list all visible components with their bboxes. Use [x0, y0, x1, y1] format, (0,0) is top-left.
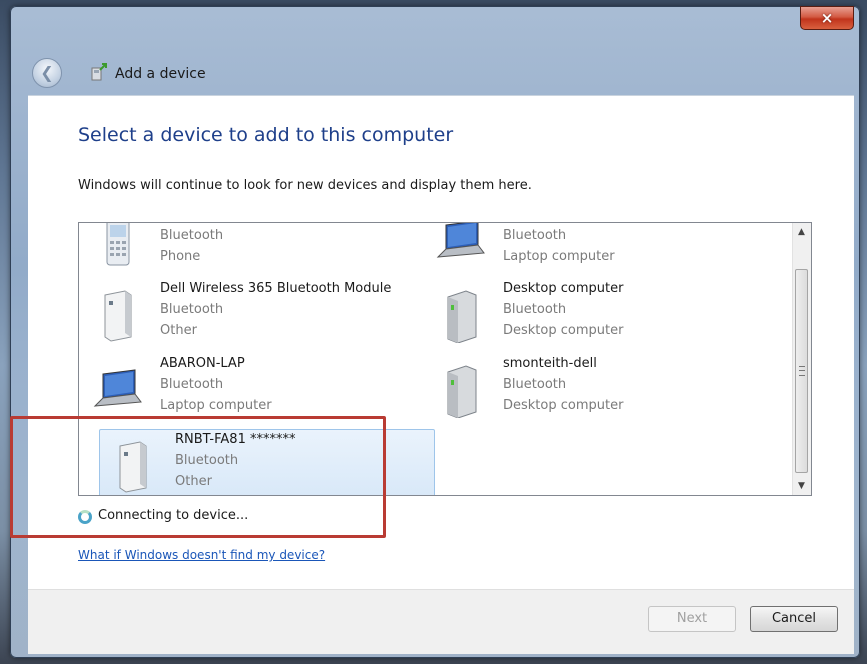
window-title: Add a device — [115, 66, 206, 82]
device-connection: Bluetooth — [503, 228, 567, 243]
page-subtitle: Windows will continue to look for new de… — [78, 178, 532, 193]
title-bar: × ❮ Add a device — [10, 6, 860, 90]
laptop-icon — [436, 223, 485, 258]
device-name: ABARON-LAP — [160, 356, 245, 371]
device-type: Desktop computer — [503, 323, 624, 338]
desktop-tower-icon — [447, 290, 477, 343]
scroll-down-icon[interactable]: ▼ — [793, 477, 810, 495]
laptop-icon — [93, 369, 142, 407]
device-item-dell-wireless[interactable]: Dell Wireless 365 Bluetooth Module Bluet… — [85, 279, 421, 349]
device-connection: Bluetooth — [160, 377, 224, 392]
device-connection: Bluetooth — [503, 302, 567, 317]
scroll-up-icon[interactable]: ▲ — [793, 223, 810, 241]
page-title: Select a device to add to this computer — [78, 124, 454, 146]
device-type: Desktop computer — [503, 398, 624, 413]
device-connection: Bluetooth — [503, 377, 567, 392]
help-link[interactable]: What if Windows doesn't find my device? — [78, 548, 325, 562]
device-item-phone[interactable]: Bluetooth Phone — [85, 223, 421, 275]
device-item-desktop-computer[interactable]: Desktop computer Bluetooth Desktop compu… — [428, 279, 764, 349]
grip-icon — [799, 366, 805, 376]
device-connection: Bluetooth — [160, 302, 224, 317]
add-device-icon — [91, 63, 107, 81]
back-arrow-icon[interactable]: ❮ — [32, 58, 62, 88]
device-name: Dell Wireless 365 Bluetooth Module — [160, 281, 392, 296]
device-type: Other — [160, 323, 197, 338]
highlight-annotation-box — [10, 416, 386, 538]
device-type: Phone — [160, 249, 201, 264]
cancel-button[interactable]: Cancel — [750, 606, 838, 632]
close-button[interactable]: × — [800, 6, 854, 30]
device-item-smonteith-dell[interactable]: smonteith-dell Bluetooth Desktop compute… — [428, 354, 764, 424]
device-name: Desktop computer — [503, 281, 624, 296]
device-item-abaron-lap[interactable]: ABARON-LAP Bluetooth Laptop computer — [85, 354, 421, 424]
bluetooth-device-icon — [104, 290, 132, 342]
device-type: Laptop computer — [160, 398, 272, 413]
phone-icon — [106, 223, 130, 266]
device-item-laptop[interactable]: Bluetooth Laptop computer — [428, 223, 764, 275]
scroll-thumb[interactable] — [795, 269, 808, 473]
device-type: Laptop computer — [503, 249, 615, 264]
device-name: smonteith-dell — [503, 356, 597, 371]
desktop-tower-icon — [447, 365, 477, 418]
vertical-scrollbar[interactable]: ▲ ▼ — [792, 223, 811, 495]
device-connection: Bluetooth — [160, 228, 224, 243]
wizard-footer: Next Cancel — [28, 589, 854, 654]
next-button[interactable]: Next — [648, 606, 736, 632]
